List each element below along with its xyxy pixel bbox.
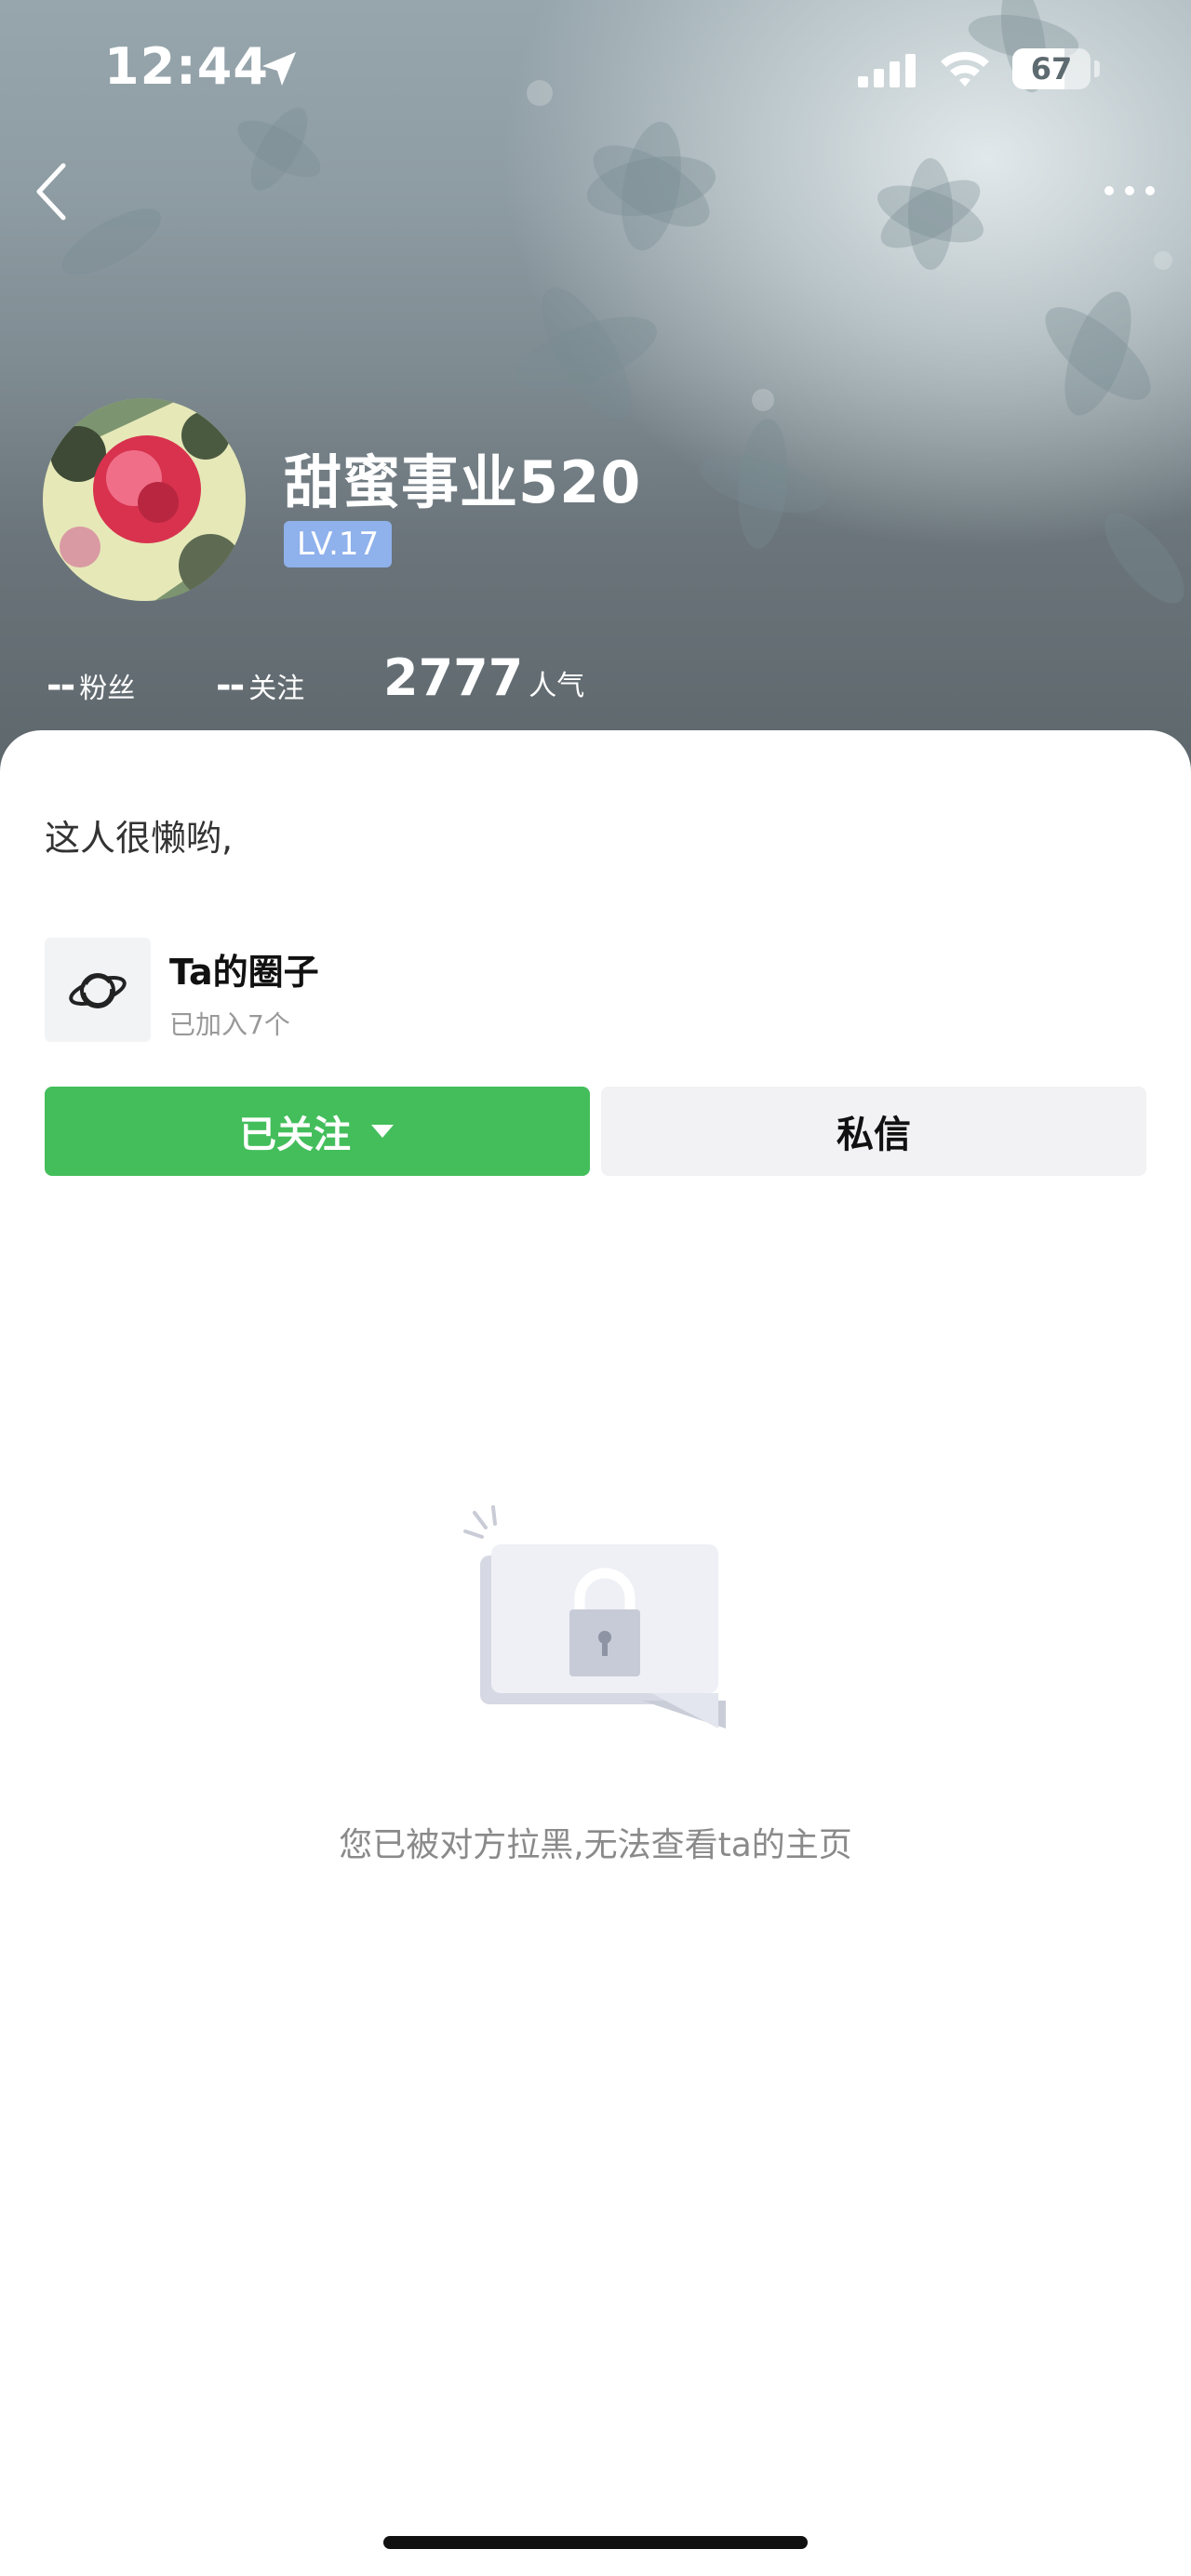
battery-icon: 67 (1012, 48, 1091, 89)
profile-stats: -- 粉丝 -- 关注 2777 人气 (0, 642, 1191, 707)
avatar[interactable] (43, 398, 246, 601)
following-count: -- (216, 664, 245, 707)
blocked-message: 您已被对方拉黑,无法查看ta的主页 (339, 1826, 852, 1864)
location-arrow-icon (262, 52, 296, 86)
battery-percent: 67 (1030, 51, 1073, 87)
stat-fans[interactable]: -- 粉丝 (47, 664, 135, 707)
username: 甜蜜事业520 (284, 448, 642, 516)
circles-joined-count: 已加入7个 (169, 1009, 290, 1040)
battery-cap (1094, 60, 1100, 77)
circles-title: Ta的圈子 (169, 952, 319, 993)
avatar-image (43, 398, 246, 601)
circles-entry[interactable]: Ta的圈子 已加入7个 (45, 938, 603, 1042)
stat-following[interactable]: -- 关注 (216, 664, 304, 707)
status-time: 12:44 (104, 37, 269, 96)
circle-icon-box (45, 938, 151, 1042)
ellipsis-icon (1104, 186, 1155, 195)
cellular-signal-icon (858, 54, 916, 87)
popularity-label: 人气 (529, 670, 585, 702)
followed-button[interactable]: 已关注 (45, 1087, 590, 1176)
fans-count: -- (47, 664, 75, 707)
back-button[interactable] (26, 158, 78, 225)
caret-down-icon (371, 1125, 394, 1138)
stat-popularity: 2777 人气 (383, 648, 584, 707)
popularity-count: 2777 (383, 648, 524, 707)
planet-icon (69, 973, 127, 1008)
chevron-left-icon (36, 163, 66, 220)
wifi-icon (941, 51, 989, 87)
message-button[interactable]: 私信 (601, 1087, 1146, 1176)
bio-text: 这人很懒哟, (45, 818, 234, 859)
followed-label: 已关注 (239, 1114, 351, 1156)
following-label: 关注 (248, 673, 305, 705)
lock-icon (463, 1505, 726, 1728)
level-badge: LV.17 (284, 521, 393, 567)
home-indicator[interactable] (383, 2536, 808, 2549)
fans-label: 粉丝 (79, 673, 136, 705)
profile-page: 12:44 67 甜蜜事业520 LV.17 -- 粉丝 -- 关注 2777 … (0, 0, 1191, 2576)
message-label: 私信 (836, 1114, 911, 1156)
more-button[interactable] (1098, 177, 1161, 205)
